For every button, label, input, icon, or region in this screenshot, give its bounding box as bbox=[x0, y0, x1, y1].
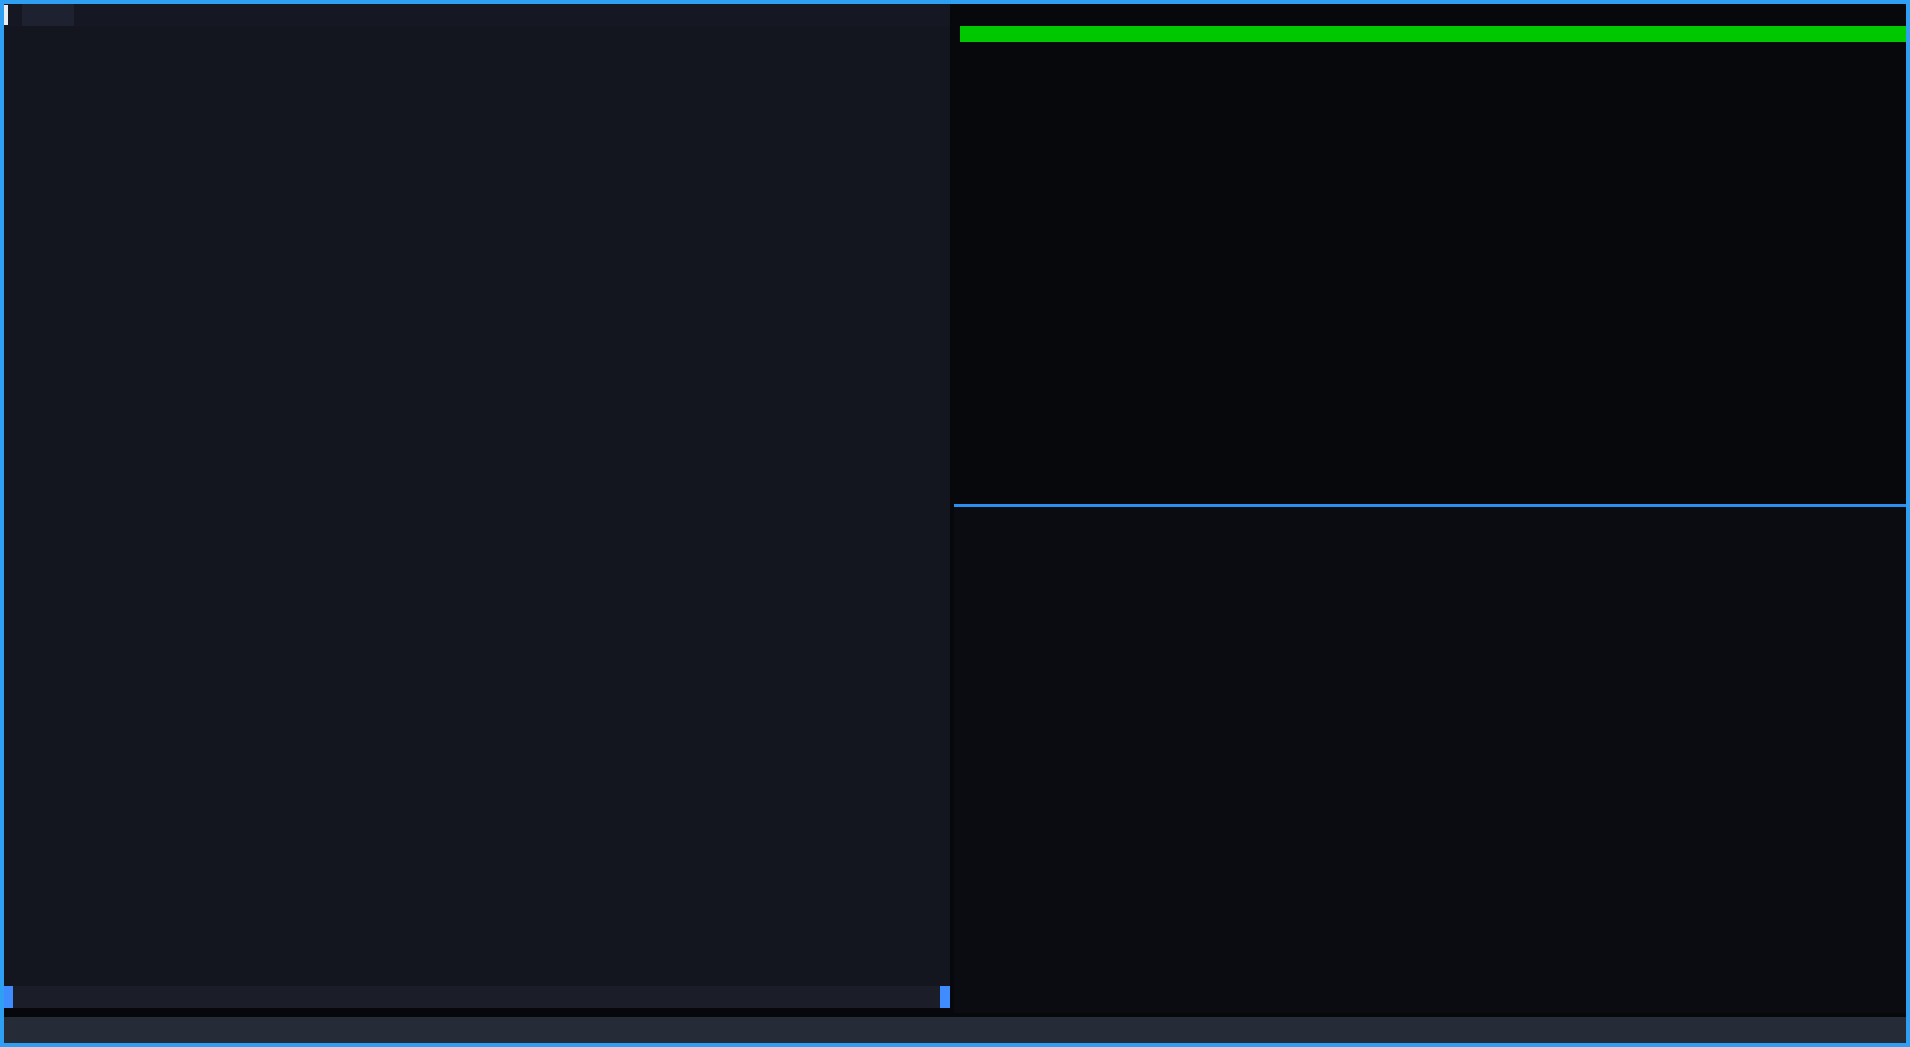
htop-function-keys bbox=[960, 48, 1910, 65]
tmux-status-bar bbox=[4, 1017, 1906, 1043]
terminal-pane[interactable] bbox=[954, 507, 1906, 1013]
desktop bbox=[0, 0, 1910, 1047]
statusline-end-block bbox=[940, 986, 950, 1008]
mode-indicator-block bbox=[4, 986, 13, 1008]
editor-tabline bbox=[4, 4, 950, 26]
code-area[interactable] bbox=[4, 26, 950, 986]
editor-statusline bbox=[4, 986, 950, 1008]
prompt-line bbox=[954, 515, 1906, 541]
editor-pane bbox=[4, 4, 950, 1008]
editor-tab[interactable] bbox=[22, 4, 74, 26]
tabline-indicator bbox=[4, 5, 8, 25]
prompt-input-line[interactable] bbox=[954, 543, 1906, 567]
htop-pane[interactable] bbox=[960, 4, 1910, 504]
process-table-header[interactable] bbox=[960, 26, 1910, 42]
